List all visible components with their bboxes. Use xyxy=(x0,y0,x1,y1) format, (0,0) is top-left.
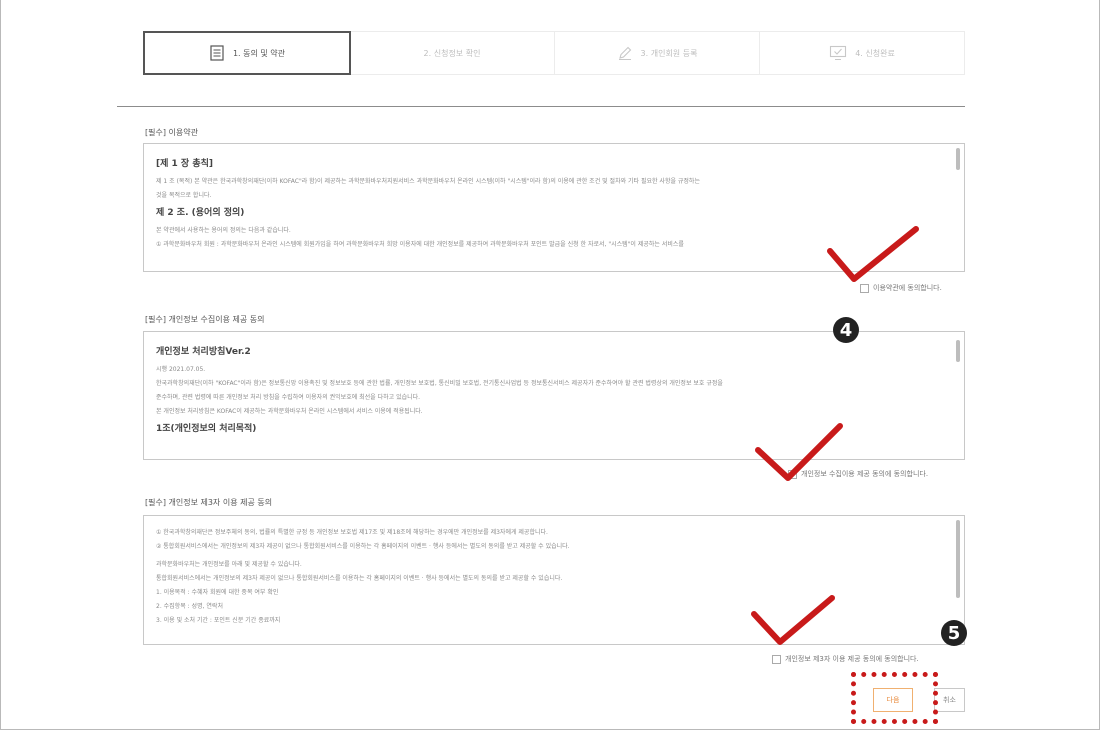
third-para-1: ① 한국과학창의재단은 정보주체의 동의, 법률의 특별한 규정 등 개인정보 … xyxy=(156,529,548,536)
step-badge-4: 4 xyxy=(833,317,859,343)
cancel-button[interactable]: 취소 xyxy=(934,688,965,712)
step-indicator: 1. 동의 및 약관 2. 신청정보 확인 3. 개인회원 등록 4. 신청완료 xyxy=(143,31,965,75)
checkmark-annotation-icon xyxy=(755,423,843,481)
step-3: 3. 개인회원 등록 xyxy=(555,32,760,74)
step-4: 4. 신청완료 xyxy=(760,32,964,74)
highlight-box-annotation xyxy=(851,672,938,724)
step-badge-5: 5 xyxy=(941,620,967,646)
third-para-3: 과학문화바우처는 개인정보를 아래 및 제공할 수 있습니다. xyxy=(156,561,302,568)
third-para-2: ② 통합회원서비스에서는 개인정보의 제3자 제공이 없으나 통합회원서비스를 … xyxy=(156,543,570,550)
privacy-para-2b: 준수하며, 관련 법령에 따른 개인정보 처리 방침을 수립하여 이용자의 권익… xyxy=(156,394,421,401)
step-1: 1. 동의 및 약관 xyxy=(143,31,351,75)
step-4-label: 4. 신청완료 xyxy=(855,48,895,58)
terms-scrollbar[interactable] xyxy=(956,148,960,170)
terms-heading-2: 제 2 조. (용어의 정의) xyxy=(156,208,245,218)
terms-para-1b: 것을 목적으로 합니다. xyxy=(156,192,212,199)
third-para-4: 통합회원서비스에서는 개인정보의 제3자 제공이 없으나 통합회원서비스를 이용… xyxy=(156,575,563,582)
step-3-label: 3. 개인회원 등록 xyxy=(640,48,698,58)
checkmark-annotation-icon xyxy=(827,226,919,282)
third-title: [필수] 개인정보 제3자 이용 제공 동의 xyxy=(145,498,273,507)
section-divider xyxy=(117,106,965,107)
privacy-para-3: 본 개인정보 처리방침은 KOFAC이 제공하는 과학문화바우처 온라인 시스템… xyxy=(156,408,423,415)
checkmark-annotation-icon xyxy=(751,595,835,645)
third-agree[interactable]: 개인정보 제3자 이용 제공 동의에 동의합니다. xyxy=(772,654,919,664)
privacy-para-2a: 한국과학창의재단(이하 "KOFAC"이라 함)은 정보통신망 이용촉진 및 정… xyxy=(156,380,723,387)
step-1-label: 1. 동의 및 약관 xyxy=(232,48,286,58)
privacy-scrollbar[interactable] xyxy=(956,340,960,362)
privacy-title: [필수] 개인정보 수집이용 제공 동의 xyxy=(145,315,265,324)
step-2-label: 2. 신청정보 확인 xyxy=(423,48,481,58)
monitor-check-icon xyxy=(829,45,847,61)
pencil-icon xyxy=(617,45,633,61)
third-agree-label: 개인정보 제3자 이용 제공 동의에 동의합니다. xyxy=(785,655,919,663)
document-icon xyxy=(209,45,225,61)
terms-title: [필수] 이용약관 xyxy=(145,128,198,137)
third-scrollbar[interactable] xyxy=(956,520,960,598)
privacy-para-1: 시행 2021.07.05. xyxy=(156,366,206,373)
step-2: 2. 신청정보 확인 xyxy=(350,32,555,74)
privacy-heading-1: 개인정보 처리방침Ver.2 xyxy=(156,347,251,357)
terms-heading-1: [제 1 장 총칙] xyxy=(156,159,214,169)
terms-para-1a: 제 1 조 (목적) 본 약관은 한국과학창의재단(이하 KOFAC"라 함)이… xyxy=(156,178,700,185)
third-agree-checkbox[interactable] xyxy=(772,654,781,664)
